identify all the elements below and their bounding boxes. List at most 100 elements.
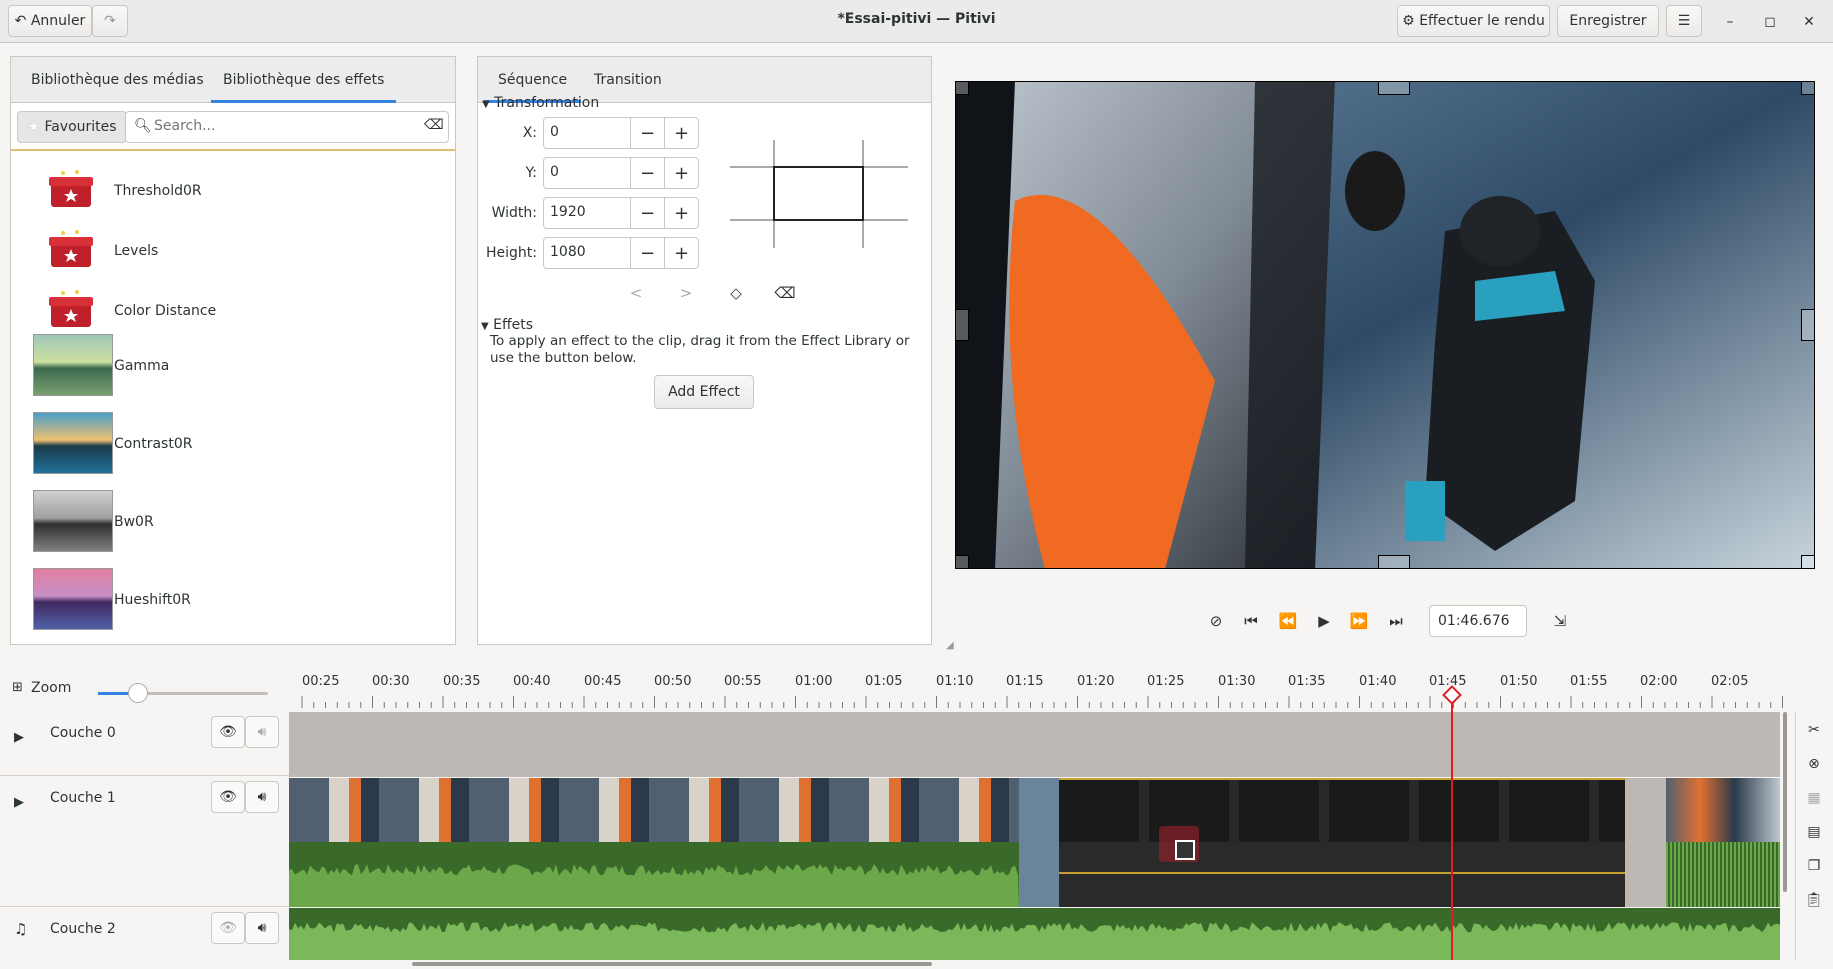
selection-region[interactable] bbox=[1019, 778, 1059, 907]
go-to-end-button[interactable]: ⏭ bbox=[1382, 607, 1410, 635]
favourites-toggle[interactable]: ★ Favourites bbox=[17, 111, 127, 143]
effect-item[interactable]: Hueshift0R bbox=[11, 564, 455, 642]
increment-button[interactable]: + bbox=[664, 238, 698, 268]
ruler-label: 00:30 bbox=[372, 674, 410, 689]
ruler-label: 00:55 bbox=[724, 674, 762, 689]
search-input[interactable] bbox=[154, 118, 404, 134]
vertical-scrollbar[interactable] bbox=[1783, 712, 1787, 892]
effect-item[interactable]: Contrast0R bbox=[11, 408, 455, 486]
ruler-label: 02:00 bbox=[1640, 674, 1678, 689]
go-to-playhead-button[interactable]: ⊘ bbox=[1202, 607, 1230, 635]
resize-handle[interactable] bbox=[1801, 309, 1815, 341]
decrement-button[interactable]: − bbox=[630, 118, 664, 148]
previous-keyframe-button[interactable]: < bbox=[622, 279, 650, 307]
search-field[interactable]: 🔍︎ ⌫ bbox=[125, 111, 449, 143]
ruler-label: 00:40 bbox=[513, 674, 551, 689]
layer-visibility-button[interactable]: 👁︎ bbox=[211, 781, 245, 813]
y-input[interactable] bbox=[550, 164, 630, 180]
maximize-icon: ◻ bbox=[1764, 14, 1776, 30]
video-viewer[interactable] bbox=[955, 81, 1815, 569]
close-button[interactable]: ✕ bbox=[1797, 10, 1821, 34]
play-button[interactable]: ▶ bbox=[1310, 607, 1338, 635]
effect-label: Hueshift0R bbox=[114, 592, 191, 608]
paste-button[interactable]: 📋︎ bbox=[1800, 886, 1828, 914]
decrement-button[interactable]: − bbox=[630, 198, 664, 228]
horizontal-scrollbar[interactable] bbox=[412, 962, 932, 966]
tab-transition[interactable]: Transition bbox=[594, 57, 662, 103]
ruler-label: 02:05 bbox=[1711, 674, 1749, 689]
timecode-entry[interactable]: 01:46.676 bbox=[1429, 605, 1527, 637]
layer-visibility-button[interactable]: 👁︎ bbox=[211, 912, 245, 944]
add-effect-button[interactable]: Add Effect bbox=[654, 375, 754, 409]
keyframe-toggle-button[interactable]: ◇ bbox=[722, 279, 750, 307]
save-button[interactable]: Enregistrer bbox=[1557, 5, 1659, 37]
ruler-label: 01:40 bbox=[1359, 674, 1397, 689]
landscape-thumbnail bbox=[33, 490, 113, 552]
width-input[interactable] bbox=[550, 204, 630, 220]
zoom-slider[interactable] bbox=[98, 683, 268, 703]
video-clip[interactable] bbox=[289, 778, 1019, 907]
next-keyframe-button[interactable]: > bbox=[672, 279, 700, 307]
resize-handle[interactable] bbox=[955, 555, 969, 569]
effect-label: Levels bbox=[114, 243, 159, 259]
layer-mute-button[interactable]: 🔊︎ bbox=[245, 781, 279, 813]
maximize-button[interactable]: ◻ bbox=[1758, 10, 1782, 34]
clear-search-icon[interactable]: ⌫ bbox=[424, 117, 444, 133]
height-spinbutton[interactable]: − + bbox=[543, 237, 699, 269]
go-to-start-button[interactable]: ⏮ bbox=[1237, 607, 1265, 635]
playhead[interactable] bbox=[1451, 690, 1453, 960]
x-spinbutton[interactable]: − + bbox=[543, 117, 699, 149]
resize-handle[interactable] bbox=[1378, 555, 1410, 569]
zoom-label: Zoom bbox=[31, 680, 72, 696]
resize-handle[interactable] bbox=[1378, 81, 1410, 95]
decrement-button[interactable]: − bbox=[630, 158, 664, 188]
video-clip[interactable] bbox=[1666, 778, 1780, 907]
tab-media-library[interactable]: Bibliothèque des médias bbox=[31, 57, 204, 103]
audio-clip[interactable] bbox=[289, 908, 1780, 960]
resize-handle[interactable] bbox=[955, 81, 969, 95]
ruler-label: 00:45 bbox=[584, 674, 622, 689]
render-button[interactable]: ⚙ Effectuer le rendu bbox=[1397, 5, 1550, 37]
selected-clip[interactable] bbox=[1059, 778, 1625, 907]
ruler-label: 01:45 bbox=[1429, 674, 1467, 689]
menu-button[interactable]: ☰ bbox=[1666, 5, 1702, 37]
resize-handle[interactable] bbox=[1801, 555, 1815, 569]
fast-forward-button[interactable]: ⏩ bbox=[1345, 607, 1373, 635]
ungroup-button[interactable]: ▦ bbox=[1800, 784, 1828, 812]
volume-line[interactable] bbox=[1059, 872, 1625, 874]
width-spinbutton[interactable]: − + bbox=[543, 197, 699, 229]
audio-waveform bbox=[1666, 842, 1780, 907]
increment-button[interactable]: + bbox=[664, 118, 698, 148]
x-input[interactable] bbox=[550, 124, 630, 140]
tab-effect-library[interactable]: Bibliothèque des effets bbox=[211, 57, 397, 103]
height-input[interactable] bbox=[550, 244, 630, 260]
resize-grip-icon[interactable]: ◢ bbox=[946, 640, 954, 651]
reset-button[interactable]: ⌫ bbox=[771, 279, 799, 307]
undock-viewer-button[interactable]: ⇲ bbox=[1546, 607, 1574, 635]
layer-visibility-button[interactable]: 👁︎ bbox=[211, 716, 245, 748]
effect-item[interactable]: Gamma bbox=[11, 330, 455, 408]
y-spinbutton[interactable]: − + bbox=[543, 157, 699, 189]
rewind-button[interactable]: ⏪ bbox=[1274, 607, 1302, 635]
layer-0-track[interactable] bbox=[289, 712, 1780, 777]
layer-mute-button[interactable]: 🔊︎ bbox=[245, 716, 279, 748]
split-clip-button[interactable]: ✂ bbox=[1800, 716, 1828, 744]
layer-mute-button[interactable]: 🔊︎ bbox=[245, 912, 279, 944]
zoom-fit-icon[interactable]: ⊞ bbox=[12, 680, 23, 695]
minimize-button[interactable]: – bbox=[1718, 10, 1742, 34]
resize-handle[interactable] bbox=[955, 309, 969, 341]
effects-expander[interactable]: ▼ Effets bbox=[481, 317, 533, 333]
effect-item[interactable]: Bw0R bbox=[11, 486, 455, 564]
delete-clip-button[interactable]: ⊗ bbox=[1800, 750, 1828, 778]
increment-button[interactable]: + bbox=[664, 158, 698, 188]
transformation-expander[interactable]: ▼ Transformation bbox=[482, 95, 599, 111]
resize-handle[interactable] bbox=[1801, 81, 1815, 95]
zoom-slider-handle[interactable] bbox=[128, 683, 148, 703]
decrement-button[interactable]: − bbox=[630, 238, 664, 268]
align-button[interactable]: ❐ bbox=[1800, 852, 1828, 880]
increment-button[interactable]: + bbox=[664, 198, 698, 228]
position-preview bbox=[730, 140, 908, 248]
library-tabs: Bibliothèque des médias Bibliothèque des… bbox=[11, 57, 455, 103]
group-button[interactable]: ▤ bbox=[1800, 818, 1828, 846]
layer-header: ♫ Couche 2 👁︎ 🔊︎ bbox=[0, 908, 289, 960]
